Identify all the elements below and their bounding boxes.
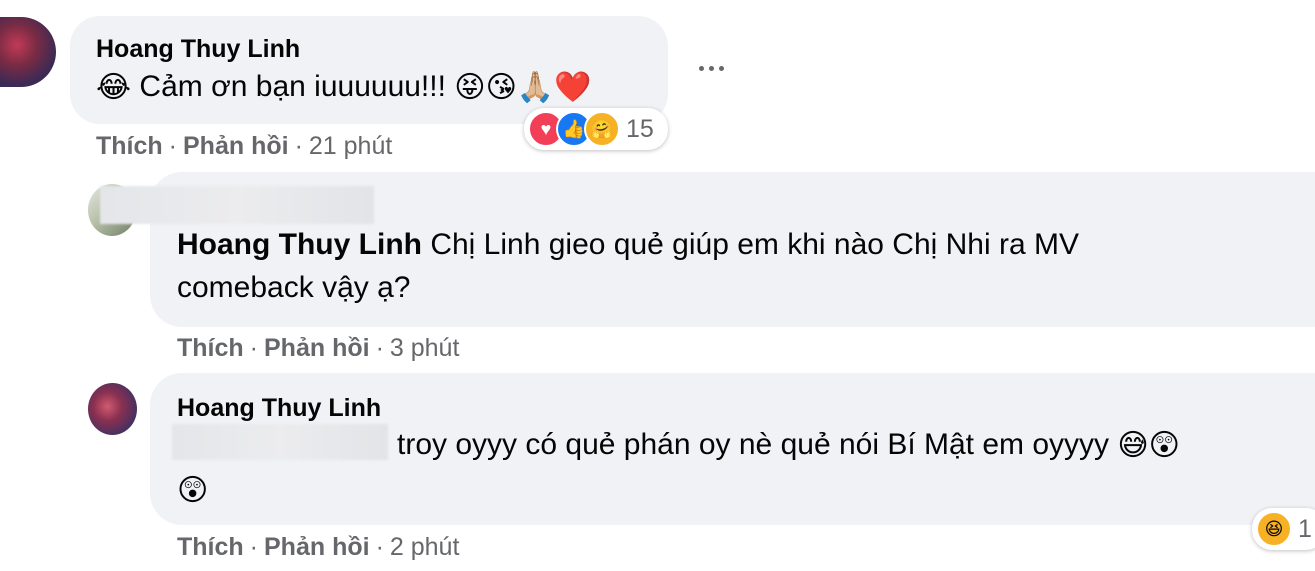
reaction-count: 15 (626, 114, 654, 143)
avatar[interactable] (0, 17, 56, 87)
comment-author[interactable]: Hoang Thuy Linh (177, 394, 381, 423)
comment-text: Chị Linh gieo quẻ giúp em khi nào Chị Nh… (430, 228, 1080, 261)
comment-text: troy oyyy có quẻ phán oy nè quẻ nói Bí M… (397, 428, 1110, 461)
reply-link[interactable]: Phản hồi (264, 533, 370, 561)
reaction-summary[interactable]: ♥ 👍 🤗 15 (524, 108, 668, 150)
astonished-emoji-icon: 😲 (1148, 429, 1180, 463)
reply-link[interactable]: Phản hồi (183, 132, 289, 160)
timestamp[interactable]: 2 phút (390, 533, 460, 561)
comment-text-line-1: Hoang Thuy Linh Chị Linh gieo quẻ giúp e… (177, 228, 1079, 262)
squint-tongue-emoji-icon: 😝 (454, 71, 486, 105)
like-link[interactable]: Thích (177, 334, 244, 362)
comment-actions: Thích · Phản hồi · 2 phút (177, 533, 460, 561)
haha-icon: 😆 (1256, 511, 1292, 547)
redacted-author-name (100, 186, 374, 224)
reply-link[interactable]: Phản hồi (264, 334, 370, 362)
astonished-emoji-icon: 😲 (177, 474, 209, 508)
comment-text-line-1: troy oyyy có quẻ phán oy nè quẻ nói Bí M… (397, 428, 1180, 462)
comment-text-line-2: 😲 (177, 473, 208, 507)
comment-actions: Thích · Phản hồi · 3 phút (177, 334, 460, 362)
timestamp[interactable]: 3 phút (390, 334, 460, 362)
comment-actions: Thích · Phản hồi · 21 phút (96, 132, 393, 160)
comment-text-row: 😂 Cảm ơn bạn iuuuuuu!!! 😝😘🙏🏼❤️ (96, 70, 592, 104)
like-link[interactable]: Thích (177, 533, 244, 561)
comment-text: Cảm ơn bạn iuuuuuu!!! (139, 70, 446, 103)
comment-text-line-2: comeback vậy ạ? (177, 271, 411, 304)
kiss-emoji-icon: 😘 (485, 71, 517, 105)
laughing-emoji-icon: 😂 (96, 71, 132, 105)
more-options-icon[interactable] (692, 55, 730, 81)
red-heart-emoji-icon: ❤️ (554, 71, 592, 105)
redacted-mention (172, 424, 388, 460)
like-link[interactable]: Thích (96, 132, 163, 160)
praying-hands-emoji-icon: 🙏🏼 (516, 71, 555, 105)
reaction-count: 1 (1298, 514, 1312, 543)
care-icon: 🤗 (584, 111, 620, 147)
avatar[interactable] (88, 383, 137, 435)
timestamp[interactable]: 21 phút (309, 132, 392, 160)
comment-author[interactable]: Hoang Thuy Linh (96, 35, 300, 64)
reaction-summary[interactable]: 😆 1 (1252, 508, 1315, 550)
mention-link[interactable]: Hoang Thuy Linh (177, 228, 422, 261)
sweat-smile-emoji-icon: 😅 (1117, 429, 1149, 463)
